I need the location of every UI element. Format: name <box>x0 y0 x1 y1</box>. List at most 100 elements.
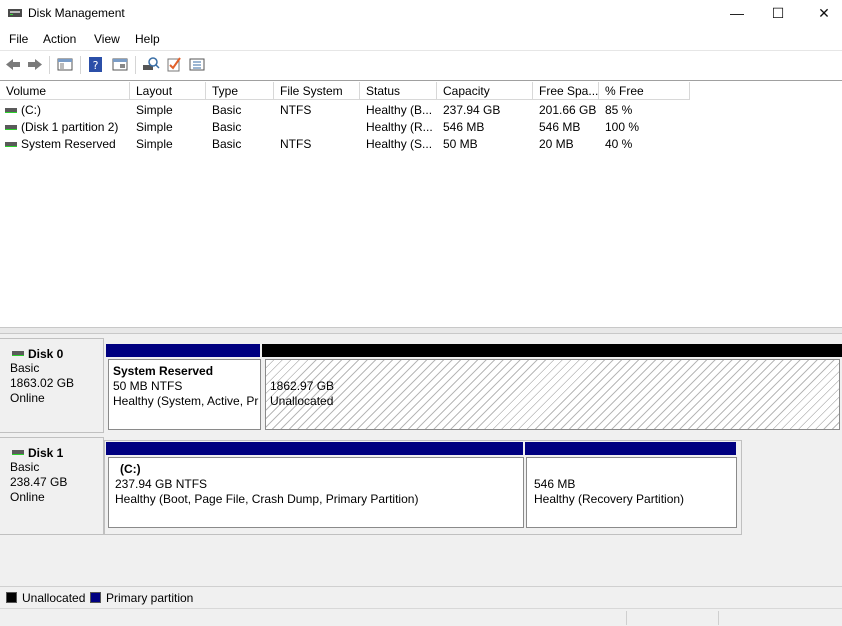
partition-size: 237.94 GB NTFS <box>115 477 208 491</box>
status-bar <box>0 608 842 626</box>
partition-size: 1862.97 GB <box>270 379 335 393</box>
column-header-capacity[interactable]: Capacity <box>437 82 533 100</box>
cell-free-space: 546 MB <box>539 120 581 134</box>
cell-volume: System Reserved <box>21 137 116 151</box>
cell-capacity: 546 MB <box>443 120 485 134</box>
toolbar: ? <box>0 50 842 78</box>
show-hide-console-tree-icon[interactable] <box>56 56 74 73</box>
disk-1-label[interactable]: Disk 1 Basic 238.47 GB Online <box>0 437 104 535</box>
legend-swatch-unallocated <box>6 592 17 603</box>
disk-0-name: Disk 0 <box>28 347 64 361</box>
disk-1-name: Disk 1 <box>28 446 64 460</box>
toolbar-separator <box>135 56 136 74</box>
disk-1-type: Basic <box>10 460 40 474</box>
properties-icon[interactable] <box>111 56 129 73</box>
menu-help[interactable]: Help <box>135 32 160 46</box>
disk-icon <box>12 450 24 455</box>
disk-icon <box>12 351 24 356</box>
partition-system-reserved[interactable]: System Reserved 50 MB NTFS Healthy (Syst… <box>108 359 261 430</box>
disk-1-state: Online <box>10 490 45 504</box>
disk-0-label[interactable]: Disk 0 Basic 1863.02 GB Online <box>0 338 104 433</box>
status-bar-segment <box>718 611 842 625</box>
cell-layout: Simple <box>136 103 173 117</box>
menu-bar: File Action View Help <box>0 28 842 50</box>
back-icon[interactable] <box>4 56 22 73</box>
partition-title: System Reserved <box>113 364 214 378</box>
disk-1-size: 238.47 GB <box>10 475 68 489</box>
table-row[interactable]: (Disk 1 partition 2) Simple Basic Health… <box>0 119 842 136</box>
partition-title: (C:) <box>120 462 141 476</box>
disk-1-partitions: (C:) 237.94 GB NTFS Healthy (Boot, Page … <box>104 440 742 535</box>
maximize-button[interactable]: ☐ <box>755 0 801 28</box>
check-icon[interactable] <box>165 56 183 73</box>
column-header-layout[interactable]: Layout <box>130 82 206 100</box>
partition-c-drive[interactable]: (C:) 237.94 GB NTFS Healthy (Boot, Page … <box>108 457 524 528</box>
disk-0-state: Online <box>10 391 45 405</box>
disk-name: Disk 1 <box>10 446 103 460</box>
volume-list[interactable]: Volume Layout Type File System Status Ca… <box>0 80 842 327</box>
column-header-free-space[interactable]: Free Spa... <box>533 82 599 100</box>
partition-recovery[interactable]: 546 MB Healthy (Recovery Partition) <box>526 457 737 528</box>
status-bar-segment <box>626 611 718 625</box>
partition-status: Healthy (Recovery Partition) <box>534 492 685 506</box>
cell-volume: (C:) <box>21 103 41 117</box>
menu-file[interactable]: File <box>9 32 28 46</box>
cell-free-space: 201.66 GB <box>539 103 597 117</box>
partition-band-primary <box>525 442 736 455</box>
legend-label-unallocated: Unallocated <box>22 591 86 605</box>
rescan-disks-icon[interactable] <box>142 56 160 73</box>
volume-icon <box>5 142 17 147</box>
cell-type: Basic <box>212 120 242 134</box>
column-header-type[interactable]: Type <box>206 82 274 100</box>
close-button[interactable]: ✕ <box>801 0 842 28</box>
cell-type: Basic <box>212 103 242 117</box>
disk-graphical-view: Disk 0 Basic 1863.02 GB Online System Re… <box>0 334 842 586</box>
toolbar-separator <box>49 56 50 74</box>
partition-status: Healthy (Boot, Page File, Crash Dump, Pr… <box>115 492 419 506</box>
cell-percent-free: 100 % <box>605 120 640 134</box>
cell-free-space: 20 MB <box>539 137 574 151</box>
table-row[interactable]: (C:) Simple Basic NTFS Healthy (B... 237… <box>0 102 842 119</box>
pane-splitter[interactable] <box>0 327 842 334</box>
table-row[interactable]: System Reserved Simple Basic NTFS Health… <box>0 136 842 153</box>
cell-file-system: NTFS <box>280 103 312 117</box>
volume-icon <box>5 125 17 130</box>
disk-0-size: 1863.02 GB <box>10 376 75 390</box>
cell-status: Healthy (R... <box>366 120 433 134</box>
cell-status: Healthy (S... <box>366 137 433 151</box>
window-title: Disk Management <box>28 6 125 20</box>
partition-size: 546 MB <box>534 477 576 491</box>
cell-percent-free: 85 % <box>605 103 633 117</box>
partition-band-primary <box>106 344 260 357</box>
cell-status: Healthy (B... <box>366 103 433 117</box>
disk-name: Disk 0 <box>10 347 103 361</box>
legend: Unallocated Primary partition <box>0 586 842 608</box>
partition-unallocated[interactable]: 1862.97 GB Unallocated <box>265 359 840 430</box>
toolbar-separator <box>80 56 81 74</box>
volume-icon <box>5 108 17 113</box>
column-header-volume[interactable]: Volume <box>0 82 130 100</box>
legend-swatch-primary <box>90 592 101 603</box>
disk-0-partitions: System Reserved 50 MB NTFS Healthy (Syst… <box>104 343 842 433</box>
partition-status: Healthy (System, Active, Pr <box>113 394 259 408</box>
cell-layout: Simple <box>136 120 173 134</box>
column-header-status[interactable]: Status <box>360 82 437 100</box>
cell-percent-free: 40 % <box>605 137 633 151</box>
disk-0-type: Basic <box>10 361 40 375</box>
list-view-icon[interactable] <box>188 56 206 73</box>
svg-text:?: ? <box>93 59 99 72</box>
cell-file-system: NTFS <box>280 137 312 151</box>
partition-size: 50 MB NTFS <box>113 379 183 393</box>
legend-label-primary: Primary partition <box>106 591 194 605</box>
cell-capacity: 50 MB <box>443 137 478 151</box>
menu-action[interactable]: Action <box>43 32 76 46</box>
title-bar: Disk Management — ☐ ✕ <box>0 0 842 28</box>
help-icon[interactable]: ? <box>87 56 105 73</box>
cell-type: Basic <box>212 137 242 151</box>
forward-icon[interactable] <box>26 56 44 73</box>
column-header-percent-free[interactable]: % Free <box>599 82 690 100</box>
column-header-file-system[interactable]: File System <box>274 82 360 100</box>
cell-capacity: 237.94 GB <box>443 103 501 117</box>
minimize-button[interactable]: — <box>714 0 760 28</box>
menu-view[interactable]: View <box>94 32 120 46</box>
